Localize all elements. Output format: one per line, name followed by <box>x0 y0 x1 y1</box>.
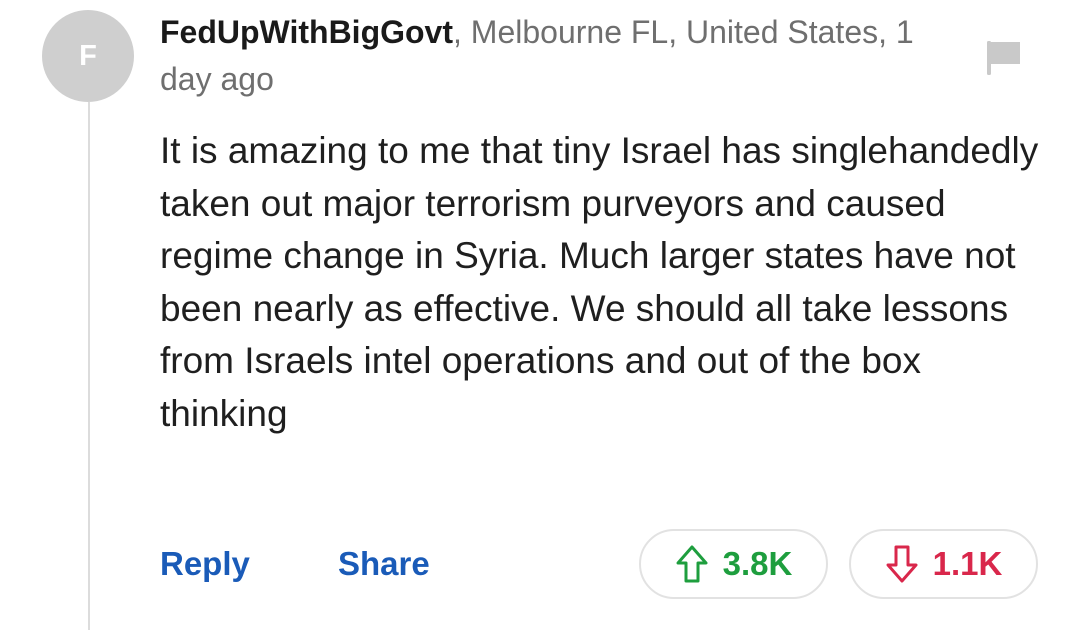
comment-meta: FedUpWithBigGovt, Melbourne FL, United S… <box>160 9 920 103</box>
arrow-down-icon <box>886 545 918 583</box>
username[interactable]: FedUpWithBigGovt <box>160 14 453 50</box>
flag-icon <box>987 41 1020 75</box>
upvote-count: 3.8K <box>722 545 793 582</box>
avatar[interactable]: F <box>42 10 134 102</box>
downvote-button[interactable]: 1.1K <box>849 529 1038 599</box>
arrow-up-icon <box>676 545 708 583</box>
comment-text: It is amazing to me that tiny Israel has… <box>160 130 1039 434</box>
share-button[interactable]: Share <box>338 542 430 586</box>
avatar-letter: F <box>79 39 97 72</box>
thread-line <box>88 102 90 630</box>
report-flag-button[interactable] <box>984 38 1024 78</box>
downvote-count: 1.1K <box>932 545 1003 582</box>
upvote-button[interactable]: 3.8K <box>639 529 828 599</box>
reply-button[interactable]: Reply <box>160 542 250 586</box>
